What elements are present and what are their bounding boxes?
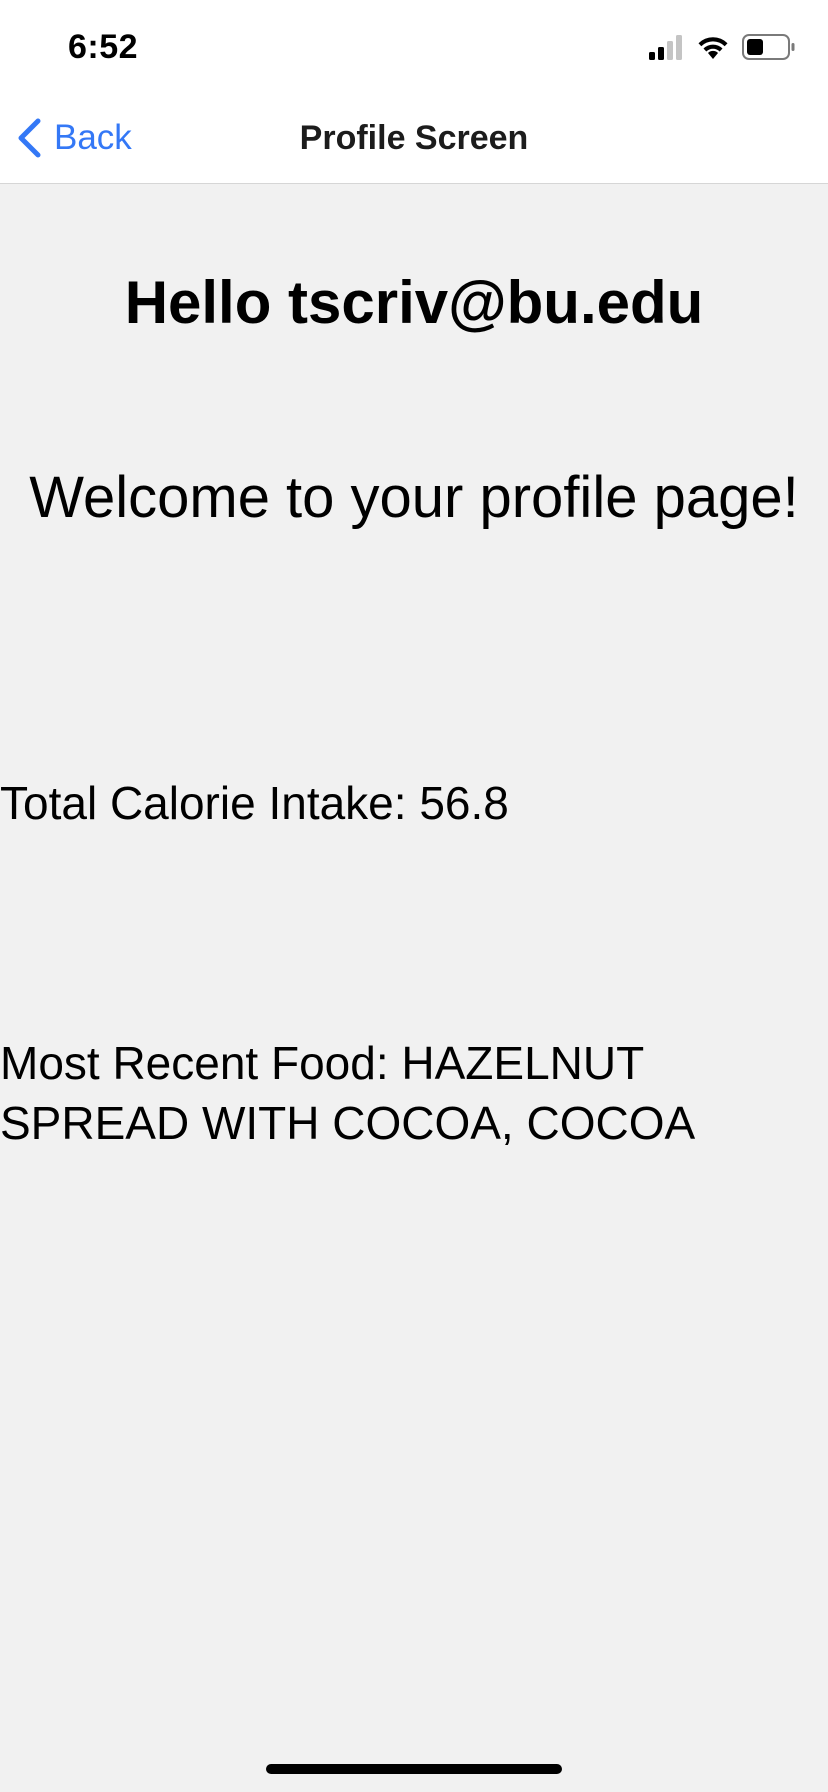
nav-title: Profile Screen xyxy=(299,119,529,157)
wifi-icon xyxy=(696,34,730,65)
recent-food-text: Most Recent Food: HAZELNUT SPREAD WITH C… xyxy=(0,1037,696,1149)
status-time: 6:52 xyxy=(68,28,139,66)
battery-icon xyxy=(742,33,796,65)
status-icons xyxy=(648,33,796,65)
home-indicator[interactable] xyxy=(266,1764,562,1774)
cellular-signal-icon xyxy=(648,34,684,65)
status-bar: 6:52 xyxy=(0,0,828,92)
welcome-text: Welcome to your profile page! xyxy=(29,465,799,530)
greeting-heading: Hello tscriv@bu.edu xyxy=(124,269,704,336)
navigation-bar: Back Profile Screen xyxy=(0,92,828,184)
profile-screen: 6:52 Back Profile Screen Hello tscriv@bu… xyxy=(0,0,828,1792)
calorie-intake-text: Total Calorie Intake: 56.8 xyxy=(0,777,509,829)
